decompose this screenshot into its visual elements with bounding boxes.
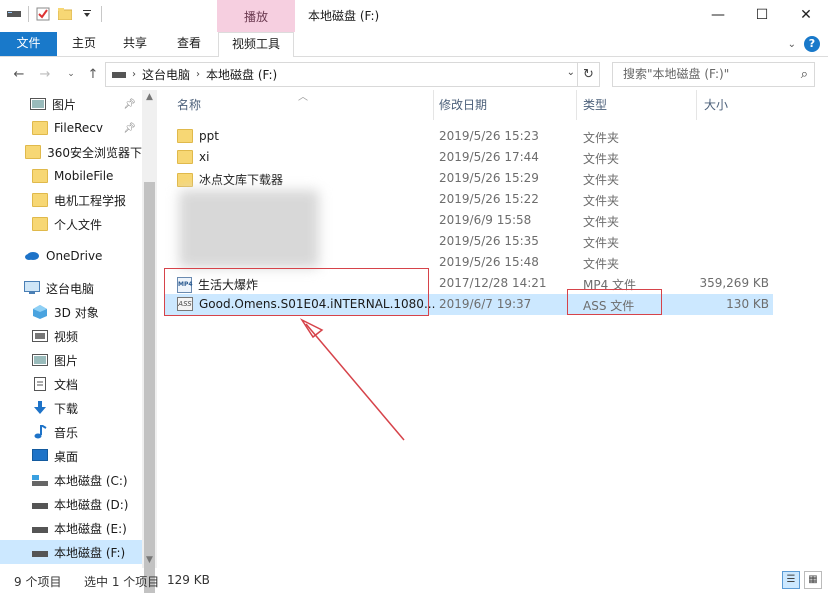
details-view-icon[interactable]: ☰ [782,571,800,589]
status-bar: 9 个项目 选中 1 个项目 129 KB ☰ ▦ [0,569,828,593]
annotation-arrow [299,318,405,441]
item-count: 9 个项目 [14,575,62,589]
selected-count: 选中 1 个项目 [84,575,160,589]
large-icons-view-icon[interactable]: ▦ [804,571,822,589]
view-buttons: ☰ ▦ [782,571,822,589]
selected-size: 129 KB [167,573,210,587]
